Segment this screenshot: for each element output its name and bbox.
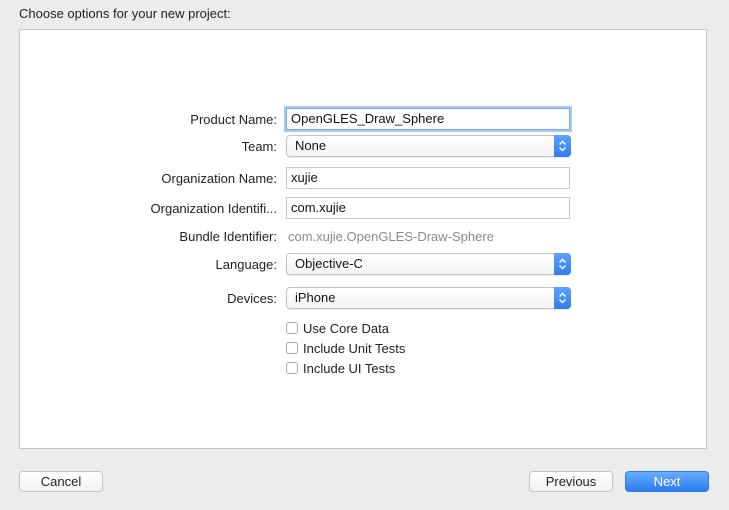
organization-identifier-field[interactable]: com.xujie	[286, 197, 570, 219]
language-popup[interactable]: Objective-C	[286, 253, 571, 275]
bundle-identifier-value: com.xujie.OpenGLES-Draw-Sphere	[288, 229, 494, 244]
bundle-identifier-label: Bundle Identifier:	[179, 229, 277, 244]
devices-popup[interactable]: iPhone	[286, 287, 571, 309]
include-unit-tests-checkbox[interactable]	[286, 342, 298, 354]
product-name-field[interactable]: OpenGLES_Draw_Sphere	[286, 108, 570, 130]
use-core-data-label: Use Core Data	[303, 320, 389, 336]
use-core-data-checkbox-row[interactable]: Use Core Data	[286, 320, 389, 336]
organization-name-field[interactable]: xujie	[286, 167, 570, 189]
new-project-options-window: Choose options for your new project: Pro…	[0, 0, 729, 510]
organization-identifier-label: Organization Identifi...	[150, 201, 277, 216]
team-label: Team:	[241, 139, 277, 154]
team-popup-value: None	[295, 138, 327, 153]
language-label: Language:	[215, 257, 277, 272]
include-ui-tests-label: Include UI Tests	[303, 360, 396, 376]
up-down-chevron-icon	[554, 253, 571, 275]
use-core-data-checkbox[interactable]	[286, 322, 298, 334]
product-name-label: Product Name:	[190, 112, 277, 127]
include-ui-tests-checkbox-row[interactable]: Include UI Tests	[286, 360, 395, 376]
devices-popup-value: iPhone	[295, 290, 336, 305]
include-unit-tests-checkbox-row[interactable]: Include Unit Tests	[286, 340, 405, 356]
team-popup[interactable]: None	[286, 135, 571, 157]
organization-name-label: Organization Name:	[161, 171, 277, 186]
devices-label: Devices:	[227, 291, 277, 306]
up-down-chevron-icon	[554, 135, 571, 157]
include-ui-tests-checkbox[interactable]	[286, 362, 298, 374]
previous-button[interactable]: Previous	[529, 471, 613, 492]
cancel-button[interactable]: Cancel	[19, 471, 103, 492]
up-down-chevron-icon	[554, 287, 571, 309]
prompt-text: Choose options for your new project:	[19, 6, 231, 21]
next-button[interactable]: Next	[625, 471, 709, 492]
language-popup-value: Objective-C	[295, 256, 363, 271]
include-unit-tests-label: Include Unit Tests	[303, 340, 406, 356]
